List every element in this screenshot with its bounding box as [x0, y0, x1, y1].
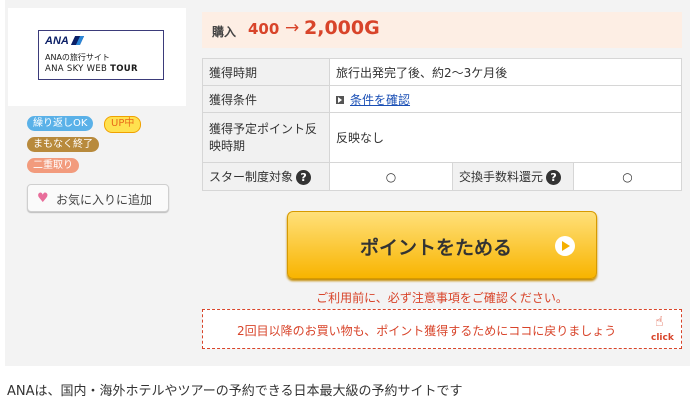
pointing-hand-icon: ☝: [655, 314, 664, 330]
logo-tagline: ANA SKY WEB TOUR: [45, 64, 138, 74]
table-row: 獲得予定ポイント反映時期 反映なし: [202, 112, 682, 163]
ana-logo[interactable]: ANA ANAの旅行サイト ANA SKY WEB TOUR: [38, 30, 164, 80]
return-reminder-text: 2回目以降のお買い物も、ポイント獲得するためにココに戻りましょう: [237, 324, 617, 338]
heart-icon: ♥: [37, 191, 49, 206]
add-favorite-label: お気に入りに追加: [56, 193, 153, 207]
table-row: 獲得時期 旅行出発完了後、約2〜3ケ月後: [202, 58, 682, 86]
help-icon[interactable]: ?: [546, 170, 562, 185]
star-value: ○: [329, 162, 453, 191]
double-earn-badge: 二重取り: [27, 158, 79, 173]
logo-tagline-prefix: ANA SKY WEB: [45, 64, 111, 74]
arrow-right-icon: →: [285, 18, 300, 38]
up-badge: UP中: [104, 116, 142, 133]
arrow-square-icon: [336, 96, 344, 104]
condition-label: 獲得条件: [202, 85, 330, 113]
check-conditions-link[interactable]: 条件を確認: [350, 93, 410, 107]
ending-soon-badge: まもなく終了: [27, 137, 99, 152]
exchange-label-cell: 交換手数料還元?: [452, 162, 574, 191]
points-info-table: 獲得時期 旅行出発完了後、約2〜3ケ月後 獲得条件 条件を確認 獲得予定ポイント…: [202, 58, 682, 191]
logo-tagline-bold: TOUR: [110, 64, 138, 74]
new-points: 2,000G: [304, 17, 380, 39]
star-label-cell: スター制度対象?: [202, 162, 330, 191]
table-row: スター制度対象? ○ 交換手数料還元? ○: [202, 162, 682, 191]
logo-container[interactable]: ANA ANAの旅行サイト ANA SKY WEB TOUR: [8, 8, 186, 106]
reflect-value: 反映なし: [329, 112, 682, 163]
play-icon: [555, 236, 575, 256]
exchange-label: 交換手数料還元: [459, 170, 544, 184]
earn-points-label: ポイントをためる: [360, 237, 513, 259]
logo-brand: ANA: [45, 35, 69, 47]
exchange-value: ○: [573, 162, 682, 191]
table-row: 獲得条件 条件を確認: [202, 85, 682, 113]
timing-label: 獲得時期: [202, 58, 330, 86]
add-favorite-button[interactable]: ♥ お気に入りに追加: [27, 184, 169, 212]
purchase-points-bar: 購入 400 → 2,000G: [202, 12, 682, 48]
click-label: click: [651, 333, 674, 343]
purchase-label: 購入: [212, 25, 237, 39]
repeat-ok-badge: 繰り返しOK: [27, 116, 94, 131]
help-icon[interactable]: ?: [296, 170, 312, 185]
logo-subtitle: ANAの旅行サイト: [45, 53, 110, 62]
star-label: スター制度対象: [209, 170, 294, 184]
condition-cell: 条件を確認: [329, 85, 682, 113]
reflect-label: 獲得予定ポイント反映時期: [202, 112, 330, 163]
site-description: ANAは、国内・海外ホテルやツアーの予約できる日本最大級の予約サイトです: [7, 384, 463, 399]
return-reminder-box[interactable]: 2回目以降のお買い物も、ポイント獲得するためにココに戻りましょう ☝ click: [202, 309, 682, 349]
timing-value: 旅行出発完了後、約2〜3ケ月後: [329, 58, 682, 86]
caution-notice: ご利用前に、必ず注意事項をご確認ください。: [316, 291, 568, 305]
earn-points-button[interactable]: ポイントをためる: [287, 211, 597, 279]
old-points: 400: [248, 20, 280, 38]
